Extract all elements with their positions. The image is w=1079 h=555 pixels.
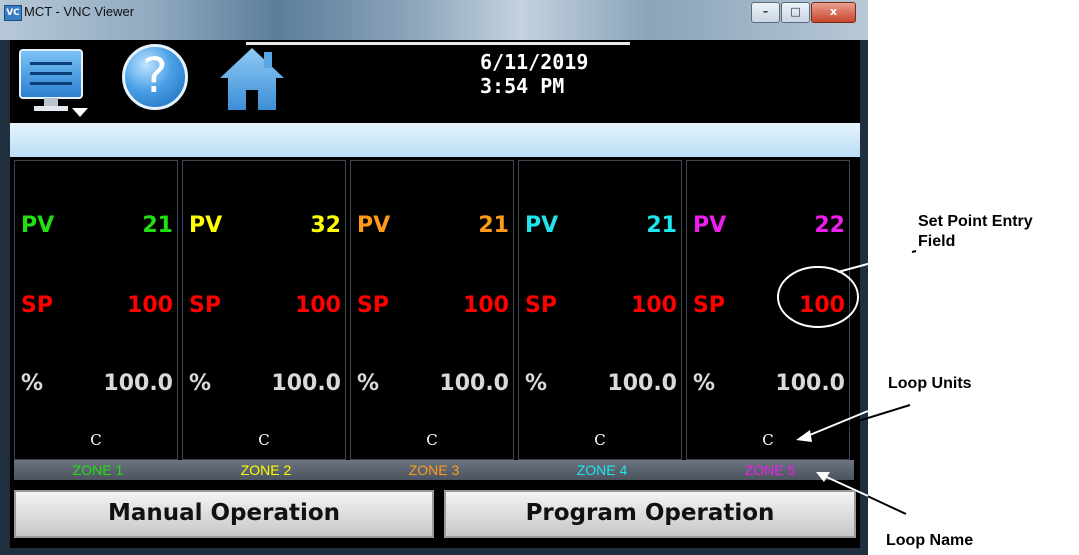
output-value: 100.0: [775, 371, 845, 396]
help-icon: ?: [142, 48, 168, 104]
monitor-menu-icon: [19, 49, 88, 117]
loop-units: C: [594, 431, 606, 449]
set-point-entry-field[interactable]: 100: [127, 293, 173, 318]
home-icon: [220, 48, 284, 110]
loop-name: ZONE 1: [14, 460, 182, 480]
window-title: MCT - VNC Viewer: [24, 4, 135, 19]
time-text: 3:54 PM: [480, 74, 565, 98]
vnc-app-icon: VC: [4, 5, 22, 21]
loop-name: ZONE 4: [518, 460, 686, 480]
loop-units: C: [426, 431, 438, 449]
menu-button[interactable]: [18, 48, 90, 120]
zone-panel: PV 21 SP 100 % 100.0 C ZONE 1 PV 32 SP 100 % 1…: [14, 160, 856, 484]
output-label: %: [21, 371, 44, 396]
output-label: %: [357, 371, 380, 396]
zone-card[interactable]: PV 21 SP 100 % 100.0 C: [350, 160, 514, 460]
set-point-callout-line2: Field: [918, 233, 956, 250]
help-button[interactable]: ?: [122, 44, 188, 110]
status-banner: [10, 123, 860, 157]
sp-label: SP: [189, 293, 221, 318]
zone-card[interactable]: PV 21 SP 100 % 100.0 C: [14, 160, 178, 460]
set-point-entry-field[interactable]: 100: [631, 293, 677, 318]
set-point-callout: Set Point Entry Field: [918, 212, 1033, 252]
zone-card[interactable]: PV 22 SP 100 % 100.0 C: [686, 160, 850, 460]
manual-operation-button[interactable]: Manual Operation: [14, 490, 434, 538]
sp-label: SP: [525, 293, 557, 318]
minimize-button[interactable]: –: [751, 2, 780, 23]
loop-units-callout: Loop Units: [888, 375, 972, 392]
set-point-entry-field[interactable]: 100: [295, 293, 341, 318]
output-value: 100.0: [439, 371, 509, 396]
output-label: %: [693, 371, 716, 396]
loop-units: C: [258, 431, 270, 449]
zone-card[interactable]: PV 32 SP 100 % 100.0 C: [182, 160, 346, 460]
set-point-callout-line1: Set Point Entry: [918, 213, 1033, 230]
pv-label: PV: [189, 213, 223, 238]
set-point-entry-field[interactable]: 100: [463, 293, 509, 318]
hmi-screen: ? 6/11/2019 3:54 PM PV 21 SP 100 % 100.0 C …: [10, 40, 860, 548]
sp-label: SP: [357, 293, 389, 318]
vnc-viewer-window: VC MCT - VNC Viewer – □ x ? 6/11/2019 3:…: [0, 0, 868, 555]
sp-label: SP: [21, 293, 53, 318]
sp-label: SP: [693, 293, 725, 318]
output-value: 100.0: [103, 371, 173, 396]
header-divider: [246, 42, 630, 45]
loop-name: ZONE 5: [686, 460, 854, 480]
output-value: 100.0: [607, 371, 677, 396]
output-label: %: [525, 371, 548, 396]
program-operation-button[interactable]: Program Operation: [444, 490, 856, 538]
zone-card[interactable]: PV 21 SP 100 % 100.0 C: [518, 160, 682, 460]
window-controls: – □ x: [750, 2, 856, 23]
output-value: 100.0: [271, 371, 341, 396]
pv-label: PV: [21, 213, 55, 238]
title-bar: VC MCT - VNC Viewer – □ x: [0, 0, 868, 40]
pv-label: PV: [357, 213, 391, 238]
output-label: %: [189, 371, 212, 396]
loop-name: ZONE 2: [182, 460, 350, 480]
loop-units: C: [90, 431, 102, 449]
close-button[interactable]: x: [811, 2, 856, 23]
set-point-pointer-line-ext: [911, 250, 917, 253]
set-point-entry-field[interactable]: 100: [799, 293, 845, 318]
date-time-display: 6/11/2019 3:54 PM: [480, 50, 588, 98]
loop-name-callout: Loop Name: [886, 532, 974, 549]
maximize-button[interactable]: □: [781, 2, 810, 23]
home-button[interactable]: [218, 46, 286, 112]
pv-value: 21: [142, 213, 173, 238]
pv-label: PV: [525, 213, 559, 238]
date-text: 6/11/2019: [480, 50, 589, 74]
pv-label: PV: [693, 213, 727, 238]
pv-value: 21: [478, 213, 509, 238]
pv-value: 32: [310, 213, 341, 238]
pv-value: 21: [646, 213, 677, 238]
pv-value: 22: [814, 213, 845, 238]
loop-units: C: [762, 431, 774, 449]
loop-name: ZONE 3: [350, 460, 518, 480]
